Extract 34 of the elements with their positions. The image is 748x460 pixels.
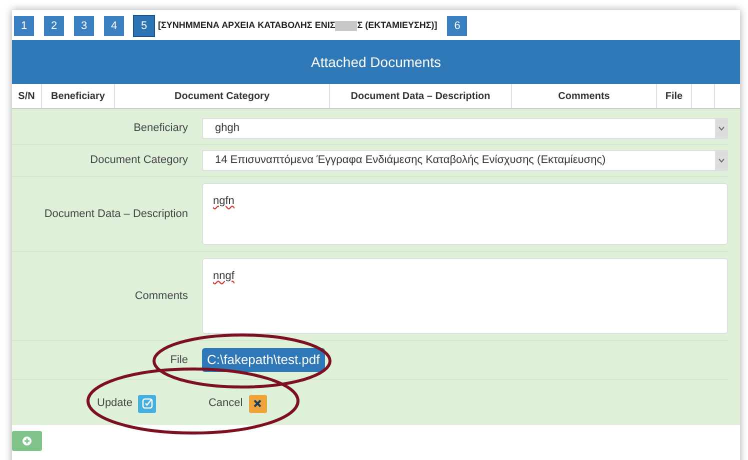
column-header: S/N — [18, 90, 35, 104]
close-icon[interactable] — [248, 394, 267, 412]
step-title: [ΣΥΝΗΜΜΕΝΑ ΑΡΧΕΙΑ ΚΑΤΑΒΟΛΗΣ ΕΝΙΣ — [158, 19, 336, 32]
field-label: File — [170, 352, 188, 368]
action-label: Cancel — [208, 396, 243, 412]
step-tab[interactable]: 2 — [44, 16, 64, 36]
panel-title: Attached Documents — [311, 52, 441, 72]
action-label: Update — [97, 396, 132, 412]
step-tab[interactable]: 5 — [134, 16, 154, 36]
field-label: Beneficiary — [134, 121, 188, 136]
add-button[interactable] — [12, 431, 42, 451]
step-tab[interactable]: 6 — [447, 16, 468, 36]
column-header: Document Category — [174, 90, 270, 104]
column-header: Comments — [558, 90, 610, 104]
select-field[interactable]: ghgh — [202, 118, 728, 139]
text-area[interactable]: nngf — [202, 258, 728, 334]
file-field[interactable]: C:\fakepath\test.pdf — [202, 348, 325, 372]
field-label: Document Category — [90, 153, 188, 168]
column-header: File — [665, 90, 683, 104]
step-tab[interactable]: 1 — [14, 16, 34, 36]
text-area[interactable]: ngfn — [202, 183, 728, 245]
redaction-block — [335, 21, 358, 31]
select-field[interactable]: 14 Επισυναπτόμενα Έγγραφα Ενδιάμεσης Καταβολής Ενίσχυσης (Εκταμίευσης) — [202, 150, 728, 171]
step-tab[interactable]: 3 — [74, 16, 94, 36]
field-label: Document Data – Description — [44, 206, 188, 222]
chevron-icon — [715, 119, 727, 138]
chevron-icon — [715, 151, 727, 170]
plus-icon — [22, 436, 32, 446]
field-label: Comments — [134, 288, 188, 304]
column-header: Beneficiary — [51, 90, 105, 104]
edit-icon[interactable] — [138, 394, 156, 412]
step-tab[interactable]: 4 — [104, 16, 124, 36]
step-title: Σ (ΕΚΤΑΜΙΕΥΣΗΣ)] — [357, 19, 438, 32]
column-header: Document Data – Description — [350, 90, 490, 104]
